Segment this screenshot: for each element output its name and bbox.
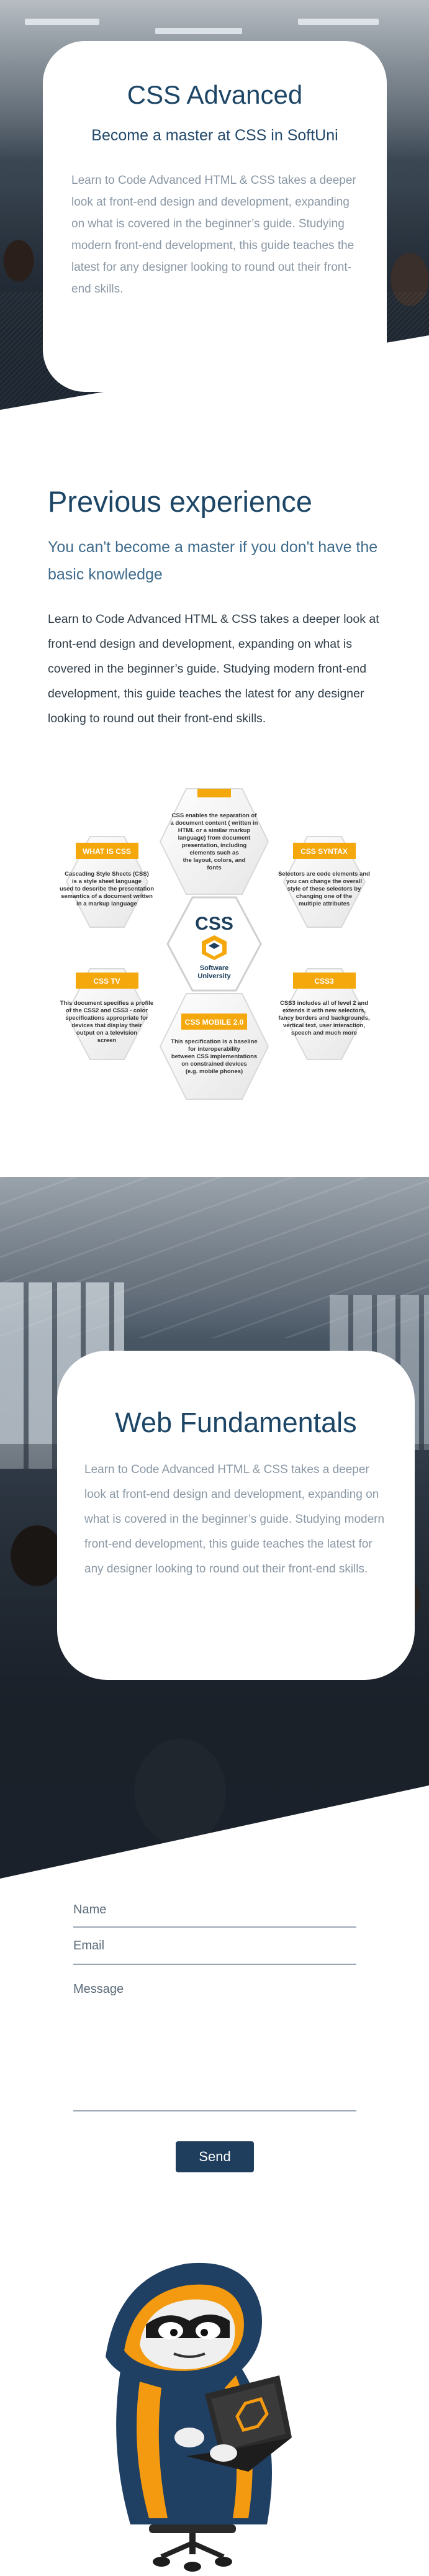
hex-heading-bar — [197, 789, 231, 797]
hex-text-line: specifications appropriate for — [65, 1015, 148, 1022]
hex-heading: CSS TV — [93, 977, 120, 986]
hex-text-line: (e.g. mobile phones) — [186, 1068, 243, 1075]
hex-heading: CSS MOBILE 2.0 — [185, 1018, 244, 1027]
previous-experience-subtitle: You can't become a master if you don't h… — [48, 538, 378, 583]
hex-css-mobile: CSS MOBILE 2.0 This specification is a b… — [159, 993, 269, 1100]
email-input[interactable] — [73, 1936, 356, 1959]
hex-text-line: CSS3 includes all of level 2 and — [280, 1000, 368, 1007]
hex-text-line: on constrained devices — [181, 1061, 247, 1068]
hex-text-line: used to describe the presentation — [60, 886, 154, 892]
hex-text-line: semantics of a document written — [61, 893, 153, 900]
send-button[interactable]: Send — [176, 2141, 254, 2172]
hex-text-line: devices that display their — [71, 1022, 142, 1029]
hex-infographic-graphic: WHAT IS CSS Cascading Style Sheets (CSS)… — [60, 788, 370, 1100]
hex-text-line: Cascading Style Sheets (CSS) — [65, 871, 149, 878]
hero-subtitle: Become a master at CSS in SoftUni — [91, 127, 338, 145]
ceiling-light — [25, 19, 99, 25]
pupil-left — [170, 2329, 178, 2336]
center-css-title: CSS — [195, 914, 233, 934]
hex-text-line: fonts — [207, 864, 221, 871]
center-org-line: University — [197, 973, 231, 980]
hex-text-line: fancy borders and backgrounds, — [278, 1015, 369, 1022]
web-fundamentals-title: Web Fundamentals — [115, 1407, 357, 1438]
hero-title: CSS Advanced — [127, 80, 303, 109]
softuni-ninja-mascot — [81, 2251, 323, 2574]
hex-text-line: HTML or a similar markup — [178, 827, 251, 834]
name-field-wrapper — [73, 1900, 356, 1928]
ceiling-light — [155, 28, 242, 34]
previous-experience-description: Learn to Code Advanced HTML & CSS takes … — [48, 612, 379, 725]
previous-experience-section: Previous experience You can't become a m… — [48, 484, 395, 731]
hex-text-line: extends it with new selectors, — [282, 1007, 366, 1014]
pupil-right — [201, 2329, 208, 2336]
hex-text-line: CSS enables the separation of — [172, 812, 258, 819]
hand-right — [210, 2444, 237, 2462]
hand-left — [174, 2428, 204, 2447]
hex-heading: CSS SYNTAX — [300, 847, 348, 856]
hex-what-is-css: WHAT IS CSS Cascading Style Sheets (CSS)… — [60, 836, 154, 928]
previous-experience-title: Previous experience — [48, 485, 312, 518]
hex-text-line: This specification is a baseline — [171, 1038, 257, 1045]
hex-text-line: screen — [97, 1037, 117, 1044]
web-fundamentals-card: Web Fundamentals Learn to Code Advanced … — [57, 1351, 415, 1680]
web-fundamentals-section: Web Fundamentals Learn to Code Advanced … — [0, 1177, 429, 1879]
message-textarea[interactable] — [73, 1980, 356, 2104]
hex-text-line: Selectors are code elements and — [278, 871, 370, 878]
hex-text-line: a document content ( written in — [171, 820, 258, 827]
hex-css-tv: CSS TV This document specifies a profile… — [60, 968, 153, 1060]
contact-form: Send — [73, 1900, 356, 2172]
hero-section: CSS Advanced Become a master at CSS in S… — [0, 0, 429, 410]
hex-text-line: presentation, including — [182, 842, 247, 849]
hex-heading: WHAT IS CSS — [83, 847, 131, 856]
ninja-mascot-icon — [106, 2262, 292, 2572]
css-hex-infographic: WHAT IS CSS Cascading Style Sheets (CSS)… — [0, 782, 429, 1130]
hex-text-line: you can change the overall — [286, 878, 362, 885]
hex-text-line: vertical text, user interaction, — [283, 1022, 365, 1029]
hex-text-line: elements such as — [189, 850, 238, 856]
hex-text-line: in a markup language — [76, 900, 137, 907]
hex-text-line: changing one of the — [296, 893, 352, 900]
hex-css3: CSS3 CSS3 includes all of level 2 and ex… — [278, 968, 370, 1060]
hex-heading: CSS3 — [314, 977, 334, 986]
name-input[interactable] — [73, 1900, 356, 1923]
center-org-line: Software — [200, 964, 228, 972]
hex-text-line: language) from document — [178, 835, 251, 841]
hex-text-line: speech and much more — [291, 1030, 357, 1036]
hero-card: CSS Advanced Become a master at CSS in S… — [43, 41, 387, 392]
hex-css-separation: CSS enables the separation of a document… — [159, 788, 269, 895]
hex-text-line: style of these selectors by — [287, 886, 362, 892]
hex-text-line: the layout, colors, and — [183, 857, 246, 864]
hex-text-line: between CSS implementations — [171, 1053, 257, 1060]
hex-text-line: for interoperability — [188, 1046, 241, 1053]
hex-text-line: multiple attributes — [299, 900, 350, 907]
web-fundamentals-description: Learn to Code Advanced HTML & CSS takes … — [84, 1463, 385, 1576]
hex-text-line: output on a television — [76, 1030, 137, 1036]
hero-description: Learn to Code Advanced HTML & CSS takes … — [71, 174, 356, 296]
email-field-wrapper — [73, 1936, 356, 1965]
hex-text-line: of the CSS2 and CSS3 - color — [66, 1007, 148, 1014]
hex-text-line: This document specifies a profile — [60, 1000, 153, 1007]
hex-shape — [159, 788, 269, 895]
chair-icon — [149, 2524, 236, 2572]
message-field-wrapper — [73, 1980, 356, 2111]
hex-text-line: is a style sheet language — [72, 878, 142, 885]
eye-right — [196, 2322, 220, 2339]
hex-center-logo: CSS Software University — [166, 896, 262, 992]
ceiling-light — [298, 19, 379, 25]
hex-css-syntax: CSS SYNTAX Selectors are code elements a… — [278, 836, 370, 928]
